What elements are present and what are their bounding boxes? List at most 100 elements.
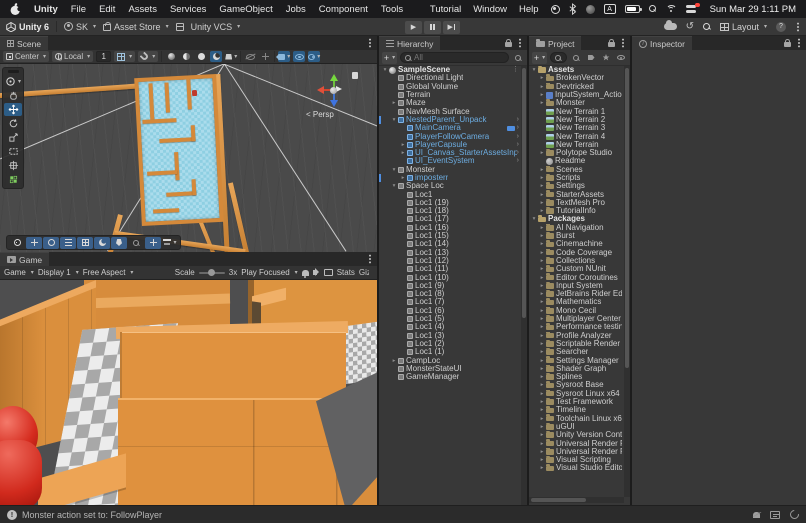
foldout-arrow-icon[interactable]: ▸: [538, 174, 546, 182]
skybox-toggle[interactable]: [195, 51, 207, 62]
help-icon[interactable]: ?: [776, 22, 786, 32]
foldout-arrow-icon[interactable]: ▸: [538, 323, 546, 331]
foldout-arrow-icon[interactable]: ▸: [538, 348, 546, 356]
camera-settings-dropdown[interactable]: [278, 51, 290, 62]
display-dropdown[interactable]: Display 1: [38, 268, 79, 277]
scale-tool-button[interactable]: [4, 131, 22, 144]
snap-grid-dropdown[interactable]: [114, 51, 135, 62]
tab-inspector[interactable]: iInspector: [632, 36, 692, 50]
hierarchy-item[interactable]: Loc1 (9): [379, 282, 521, 290]
foldout-arrow-icon[interactable]: ▸: [538, 232, 546, 240]
game-panel-menu-icon[interactable]: [369, 258, 371, 260]
flare-toggle[interactable]: [259, 51, 271, 62]
project-item[interactable]: ▸Polytope Studio: [529, 149, 624, 157]
foldout-arrow-icon[interactable]: ▸: [538, 191, 546, 199]
menu-item-help[interactable]: Help: [519, 4, 539, 15]
menubar-clock[interactable]: Sun Mar 29 1:11 PM: [710, 4, 796, 15]
hierarchy-item[interactable]: Loc1 (10): [379, 273, 521, 281]
effects-dropdown[interactable]: [225, 51, 237, 62]
input-source-badge[interactable]: A: [604, 4, 616, 14]
foldout-arrow-icon[interactable]: ▸: [399, 141, 407, 149]
hierarchy-item[interactable]: Loc1 (2): [379, 340, 521, 348]
foldout-arrow-icon[interactable]: ▸: [538, 365, 546, 373]
foldout-arrow-icon[interactable]: ▸: [538, 307, 546, 315]
unity-vcs-dropdown[interactable]: Unity VCS: [191, 22, 241, 32]
vsync-monitor-icon[interactable]: [324, 269, 333, 276]
project-item[interactable]: ▸Scenes: [529, 166, 624, 174]
project-create-button[interactable]: +: [532, 52, 547, 64]
hierarchy-item[interactable]: Loc1 (17): [379, 215, 521, 223]
project-vscrollbar[interactable]: [624, 66, 630, 497]
project-item[interactable]: ▸BrokenVector: [529, 74, 624, 82]
hierarchy-item[interactable]: MainCamera›: [379, 124, 521, 132]
gizmos-button[interactable]: Gizmos: [359, 268, 369, 277]
foldout-arrow-icon[interactable]: ▸: [538, 91, 546, 99]
foldout-arrow-icon[interactable]: ▸: [538, 464, 546, 472]
layout-dropdown[interactable]: Layout: [720, 22, 767, 32]
apple-logo-icon[interactable]: [10, 3, 21, 16]
project-item[interactable]: ▸Burst: [529, 232, 624, 240]
menu-item-edit[interactable]: Edit: [99, 4, 115, 15]
project-item[interactable]: ▸Monster: [529, 99, 624, 107]
prefab-open-arrow-icon[interactable]: ›: [517, 116, 519, 124]
move-overlay-button[interactable]: [26, 237, 42, 249]
scene-panel-menu-icon[interactable]: [369, 42, 371, 44]
hierarchy-item[interactable]: Directional Light: [379, 74, 521, 82]
tab-game[interactable]: Game: [0, 252, 49, 266]
project-item[interactable]: ▸Splines: [529, 373, 624, 381]
search-by-type-button[interactable]: [570, 52, 582, 64]
project-menu-icon[interactable]: [622, 42, 624, 44]
hierarchy-item[interactable]: Terrain: [379, 91, 521, 99]
grid-size-field[interactable]: 1: [96, 51, 111, 62]
mute-bell-icon[interactable]: [302, 270, 309, 276]
scene-orientation-gizmo[interactable]: [318, 74, 352, 108]
foldout-arrow-icon[interactable]: ▸: [538, 290, 546, 298]
view-tool-dropdown[interactable]: [4, 75, 22, 88]
spotlight-search-icon[interactable]: [649, 5, 657, 13]
project-item[interactable]: ▸JetBrains Rider Editor: [529, 290, 624, 298]
project-item[interactable]: ▸Test Framework: [529, 398, 624, 406]
z-axis-cone[interactable]: [330, 100, 338, 107]
foldout-arrow-icon[interactable]: ▾: [390, 116, 398, 124]
foldout-arrow-icon[interactable]: ▸: [538, 415, 546, 423]
project-item[interactable]: New Terrain: [529, 141, 624, 149]
project-item[interactable]: ▸StarterAssets: [529, 190, 624, 198]
foldout-arrow-icon[interactable]: ▸: [538, 207, 546, 215]
foldout-arrow-icon[interactable]: ▸: [538, 298, 546, 306]
hierarchy-item[interactable]: ▾NestedParent_Unpack›: [379, 116, 521, 124]
hierarchy-item[interactable]: Loc1 (8): [379, 290, 521, 298]
inspector-menu-icon[interactable]: [798, 42, 800, 44]
hierarchy-item[interactable]: Global Volume: [379, 83, 521, 91]
foldout-arrow-icon[interactable]: ▸: [538, 265, 546, 273]
hierarchy-item[interactable]: ▸imposterr: [379, 174, 521, 182]
foldout-arrow-icon[interactable]: ▸: [399, 174, 407, 182]
foldout-arrow-icon[interactable]: ▸: [538, 332, 546, 340]
menu-item-file[interactable]: File: [71, 4, 86, 15]
project-item[interactable]: ▸Toolchain Linux x64 Host: [529, 414, 624, 422]
game-viewport[interactable]: [0, 280, 377, 505]
hierarchy-item[interactable]: ▸Maze: [379, 99, 521, 107]
hierarchy-item[interactable]: Loc1 (15): [379, 232, 521, 240]
project-item[interactable]: ▸Profile Analyzer: [529, 332, 624, 340]
hierarchy-search-input-wrap[interactable]: [400, 52, 509, 63]
hierarchy-item[interactable]: Loc1 (11): [379, 265, 521, 273]
project-item[interactable]: ▸Collections: [529, 257, 624, 265]
audio-speaker-icon[interactable]: [313, 270, 317, 275]
hierarchy-item[interactable]: ▾Monster: [379, 166, 521, 174]
foldout-arrow-icon[interactable]: ▸: [538, 440, 546, 448]
asset-store-dropdown[interactable]: Asset Store: [103, 22, 169, 32]
project-item[interactable]: ▸Sysroot Linux x64: [529, 390, 624, 398]
foldout-arrow-icon[interactable]: ▸: [538, 240, 546, 248]
aspect-dropdown[interactable]: Free Aspect: [83, 268, 171, 277]
project-item[interactable]: ▸Visual Scripting: [529, 456, 624, 464]
foldout-arrow-icon[interactable]: ▸: [538, 249, 546, 257]
favorites-button[interactable]: [600, 52, 612, 64]
hierarchy-item[interactable]: ▾SampleScene⋮: [379, 66, 521, 74]
hierarchy-search-input[interactable]: [414, 53, 504, 62]
vcs-box-button[interactable]: [176, 23, 184, 31]
hierarchy-lock-icon[interactable]: [505, 42, 512, 47]
hierarchy-item[interactable]: Loc1 (3): [379, 332, 521, 340]
foldout-arrow-icon[interactable]: ▸: [538, 431, 546, 439]
hierarchy-item[interactable]: Loc1 (14): [379, 240, 521, 248]
tab-scene[interactable]: Scene: [0, 36, 48, 50]
